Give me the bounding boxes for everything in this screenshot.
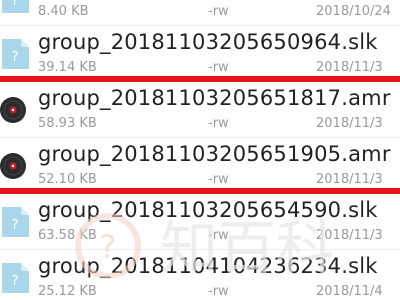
document-file-icon: ?: [0, 38, 30, 70]
file-row[interactable]: group_20181103205651905.amr 52.10 KB -rw…: [0, 138, 400, 194]
file-permissions: -rw: [208, 172, 229, 187]
file-size: 58.93 KB: [38, 116, 97, 131]
file-date: 2018/11/3: [316, 60, 383, 75]
file-size: 52.10 KB: [38, 172, 97, 187]
file-date: 2018/11/4: [316, 284, 383, 299]
file-permissions: -rw: [208, 228, 229, 243]
audio-disc-icon: [0, 94, 30, 126]
file-size: 63.58 KB: [38, 228, 97, 243]
file-name: group_20181103205651905.amr: [38, 142, 391, 166]
file-permissions: -rw: [208, 284, 229, 299]
audio-disc-icon: [0, 150, 30, 182]
file-row[interactable]: ? group_20181104104236234.slk 25.12 KB -…: [0, 250, 400, 300]
file-row[interactable]: ? 8.40 KB -rw 2018/10/24: [0, 0, 400, 26]
document-file-icon: ?: [0, 0, 30, 14]
file-row[interactable]: group_20181103205651817.amr 58.93 KB -rw…: [0, 82, 400, 138]
file-permissions: -rw: [208, 60, 229, 75]
file-date: 2018/10/24: [316, 4, 391, 19]
file-name: group_20181103205651817.amr: [38, 86, 391, 110]
svg-text:?: ?: [12, 0, 19, 9]
document-file-icon: ?: [0, 262, 30, 294]
document-file-icon: ?: [0, 206, 30, 238]
file-size: 8.40 KB: [38, 4, 89, 19]
file-name: group_20181103205650964.slk: [38, 30, 378, 54]
file-size: 25.12 KB: [38, 284, 97, 299]
file-date: 2018/11/3: [316, 172, 383, 187]
file-date: 2018/11/3: [316, 228, 383, 243]
svg-text:?: ?: [12, 274, 19, 289]
svg-text:?: ?: [12, 218, 19, 233]
file-name: group_20181104104236234.slk: [38, 254, 378, 278]
file-list: ? 8.40 KB -rw 2018/10/24 ? group_2018110…: [0, 0, 400, 300]
file-name: group_20181103205654590.slk: [38, 198, 378, 222]
file-permissions: -rw: [208, 4, 229, 19]
file-permissions: -rw: [208, 116, 229, 131]
file-row[interactable]: ? group_20181103205654590.slk 63.58 KB -…: [0, 194, 400, 250]
file-size: 39.14 KB: [38, 60, 97, 75]
svg-text:?: ?: [12, 50, 19, 65]
file-date: 2018/11/3: [316, 116, 383, 131]
file-row[interactable]: ? group_20181103205650964.slk 39.14 KB -…: [0, 26, 400, 82]
